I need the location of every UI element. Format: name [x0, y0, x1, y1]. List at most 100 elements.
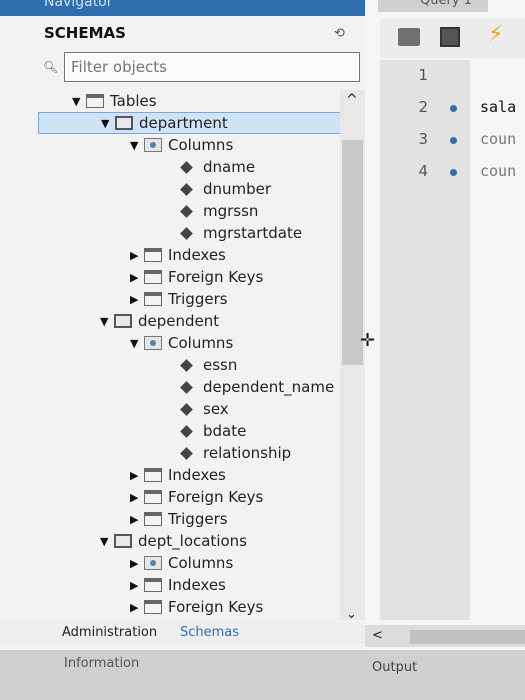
output-panel [365, 650, 525, 700]
tree-item-label: essn [203, 356, 238, 374]
collapse-arrow-icon[interactable]: ▶ [130, 249, 144, 262]
resize-cursor-icon: ✛ [360, 330, 376, 351]
folder-icon [144, 578, 162, 592]
code-line[interactable]: coun [480, 130, 516, 148]
information-label: Information [64, 656, 140, 671]
code-line[interactable]: sala [480, 98, 516, 116]
tree-item[interactable]: ▶ Indexes [130, 574, 226, 596]
tree-item[interactable]: ▶ Indexes [130, 464, 226, 486]
expand-arrow-icon[interactable]: ▼ [101, 117, 115, 130]
collapse-arrow-icon[interactable]: ▶ [130, 601, 144, 614]
tree-item[interactable]: ▼ department [38, 112, 340, 134]
table-icon [114, 314, 132, 328]
line-number: 3 [418, 130, 428, 148]
tree-item[interactable]: dependent_name [180, 376, 334, 398]
tree-item[interactable]: ▶ Foreign Keys [130, 486, 263, 508]
tab-schemas[interactable]: Schemas [180, 625, 239, 640]
save-icon[interactable] [440, 27, 460, 47]
column-bullet-icon [180, 402, 193, 416]
collapse-arrow-icon[interactable]: ▶ [130, 557, 144, 570]
information-panel [0, 650, 365, 700]
expand-arrow-icon[interactable]: ▼ [72, 95, 86, 108]
expand-arrow-icon[interactable]: ▼ [100, 315, 114, 328]
filter-objects-input[interactable] [64, 52, 360, 82]
statement-marker-icon [450, 137, 457, 144]
collapse-arrow-icon[interactable]: ▶ [130, 469, 144, 482]
tree-item-label: dnumber [203, 180, 272, 198]
folder-icon [144, 600, 162, 614]
column-bullet-icon [180, 160, 193, 174]
tree-item-label: Indexes [168, 246, 226, 264]
collapse-arrow-icon[interactable]: ▶ [130, 513, 144, 526]
column-bullet-icon [180, 226, 193, 240]
tree-item[interactable]: ▶ Triggers [130, 288, 228, 310]
tree-item-label: Tables [110, 92, 157, 110]
tree-item-label: Columns [168, 554, 234, 572]
line-number: 1 [418, 66, 428, 84]
table-icon [115, 116, 133, 130]
expand-arrow-icon[interactable]: ▼ [100, 535, 114, 548]
tab-administration[interactable]: Administration [62, 625, 157, 640]
scroll-down-icon[interactable]: ⌄ [346, 607, 357, 622]
tree-item[interactable]: mgrstartdate [180, 222, 302, 244]
folder-icon [144, 270, 162, 284]
folder-icon [86, 94, 104, 108]
column-bullet-icon [180, 358, 193, 372]
tree-item-label: Foreign Keys [168, 488, 264, 506]
tree-item-label: dependent [138, 312, 220, 330]
refresh-icon[interactable]: ⟲ [334, 26, 352, 41]
tree-item-label: dependent_name [203, 378, 335, 396]
tree-item[interactable]: ▶ Columns [130, 552, 233, 574]
tree-item[interactable]: ▶ Triggers [130, 508, 228, 530]
tree-item-label: Foreign Keys [168, 598, 264, 616]
tree-item[interactable]: ▶ Foreign Keys [130, 266, 263, 288]
tree-item[interactable]: ▼ Tables [72, 90, 157, 112]
schemas-title: SCHEMAS [44, 24, 126, 42]
tree-item-label: Indexes [168, 466, 226, 484]
collapse-arrow-icon[interactable]: ▶ [130, 579, 144, 592]
tree-item-label: Foreign Keys [168, 268, 264, 286]
columns-icon [144, 556, 162, 570]
collapse-arrow-icon[interactable]: ▶ [130, 293, 144, 306]
expand-arrow-icon[interactable]: ▼ [130, 139, 144, 152]
statement-marker-icon [450, 105, 457, 112]
collapse-arrow-icon[interactable]: ▶ [130, 491, 144, 504]
column-bullet-icon [180, 424, 193, 438]
query-tab-label[interactable]: Query 1 [420, 0, 472, 8]
tree-item-label: Triggers [168, 510, 228, 528]
editor-scroll-thumb[interactable] [410, 630, 525, 644]
tree-item[interactable]: bdate [180, 420, 246, 442]
tree-item[interactable]: essn [180, 354, 237, 376]
schema-tree: ▼ Tables ▼ department ▼ Columns dname dnumber mg… [0, 90, 340, 625]
tree-item-label: relationship [203, 444, 292, 462]
scroll-left-icon[interactable]: < [372, 628, 383, 643]
tree-item[interactable]: ▼ Columns [130, 134, 233, 156]
tree-item-label: bdate [203, 422, 247, 440]
tree-item[interactable]: ▶ Indexes [130, 244, 226, 266]
tree-item-label: department [139, 114, 228, 132]
tree-item[interactable]: relationship [180, 442, 291, 464]
tree-item[interactable]: ▶ Foreign Keys [130, 596, 263, 618]
tree-item[interactable]: mgrssn [180, 200, 258, 222]
table-icon [114, 534, 132, 548]
expand-arrow-icon[interactable]: ▼ [130, 337, 144, 350]
scroll-up-icon[interactable]: ^ [346, 92, 358, 108]
open-folder-icon[interactable] [398, 28, 420, 46]
columns-icon [144, 138, 162, 152]
statement-marker-icon [450, 169, 457, 176]
folder-icon [144, 292, 162, 306]
navigator-header: Navigator [0, 0, 365, 16]
collapse-arrow-icon[interactable]: ▶ [130, 271, 144, 284]
code-line[interactable]: coun [480, 162, 516, 180]
tree-item[interactable]: dnumber [180, 178, 271, 200]
output-label: Output [372, 660, 418, 675]
column-bullet-icon [180, 380, 193, 394]
column-bullet-icon [180, 446, 193, 460]
execute-bolt-icon[interactable]: ⚡ [488, 22, 503, 47]
tree-item[interactable]: ▼ dependent [100, 310, 219, 332]
folder-icon [144, 512, 162, 526]
tree-item[interactable]: dname [180, 156, 255, 178]
tree-item[interactable]: ▼ dept_locations [100, 530, 247, 552]
tree-item[interactable]: sex [180, 398, 229, 420]
tree-item[interactable]: ▼ Columns [130, 332, 233, 354]
